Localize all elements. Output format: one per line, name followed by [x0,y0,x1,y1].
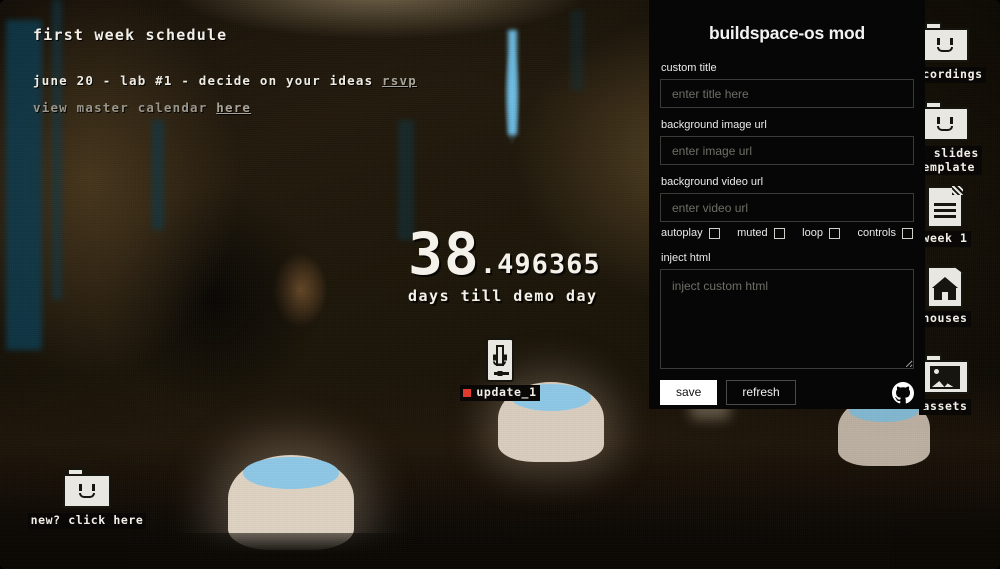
controls-checkbox[interactable]: controls [857,227,913,239]
schedule-lab-line: june 20 - lab #1 - decide on your ideas … [33,73,417,88]
autoplay-label: autoplay [661,227,703,239]
refresh-button[interactable]: refresh [726,380,796,405]
autoplay-checkbox[interactable]: autoplay [661,227,720,239]
custom-title-input[interactable] [660,79,914,108]
document-house-icon [921,266,969,308]
countdown-caption: days till demo day [408,287,598,306]
photo-blue-light [152,120,164,230]
background-video-url-field: background video url [660,176,914,222]
rsvp-link[interactable]: rsvp [382,73,417,88]
photo-bottom-shadow [0,533,1000,569]
checkbox-box[interactable] [902,227,913,239]
classic-mac-icon [480,338,520,382]
video-options-row: autoplay muted loop controls [661,227,913,239]
schedule-heading: first week schedule [33,26,228,44]
desktop-icon-label-text: update_1 [476,385,537,399]
inject-html-field: inject html [660,252,914,369]
loop-checkbox[interactable]: loop [802,227,840,239]
inject-html-textarea[interactable] [660,269,914,369]
demo-day-countdown: 38 .496365 days till demo day [408,220,601,306]
desktop-icon-new-folder[interactable]: new? click here [27,468,147,529]
desktop-icon-label: assets [919,399,971,415]
checkbox-box[interactable] [773,227,785,239]
panel-title: buildspace-os mod [708,23,866,43]
desktop-icon-label: houses [919,311,971,327]
photo-blue-light [508,30,517,135]
background-image-url-label: background image url [661,119,767,131]
background-image-url-input[interactable] [660,136,914,165]
schedule-calendar-line: view master calendar here [33,100,417,115]
image-folder-icon [921,354,969,396]
checkbox-box[interactable] [828,227,840,239]
muted-label: muted [737,227,768,239]
master-calendar-link[interactable]: here [216,100,251,115]
save-button[interactable]: save [660,380,718,405]
desktop-icon-update-1[interactable]: update_1 [460,338,540,401]
inject-html-label: inject html [661,252,711,264]
background-image-url-field: background image url [660,119,914,165]
background-video-url-input[interactable] [660,193,914,222]
schedule-calendar-text: view master calendar [33,100,217,115]
status-bullet [463,389,472,397]
custom-title-field: custom title [660,62,914,108]
panel-actions: save refresh [660,380,914,405]
controls-label: controls [857,227,896,239]
loop-label: loop [802,227,823,239]
muted-checkbox[interactable]: muted [737,227,785,239]
folder-smiley-icon [921,22,969,64]
folder-smiley-icon [63,468,111,510]
background-video-url-label: background video url [661,176,764,188]
schedule-lab-text: june 20 - lab #1 - decide on your ideas [33,73,383,88]
checkbox-box[interactable] [708,227,720,239]
countdown-days: 38 [408,220,480,288]
buildspace-os-mod-panel: buildspace-os mod custom title backgroun… [649,0,925,409]
custom-title-label: custom title [661,62,717,74]
desktop-icon-label: update_1 [460,385,540,401]
github-icon[interactable] [892,381,914,404]
desktop-icon-label: new? click here [27,513,147,529]
photo-blue-light [570,10,584,90]
schedule-text-block: first week schedule june 20 - lab #1 - d… [33,26,417,115]
folder-smiley-icon [921,101,969,143]
desktop-icon-label: week 1 [919,231,971,247]
countdown-fraction: .496365 [479,249,601,281]
document-icon [921,186,969,228]
desktop-screen: first week schedule june 20 - lab #1 - d… [0,0,1000,569]
